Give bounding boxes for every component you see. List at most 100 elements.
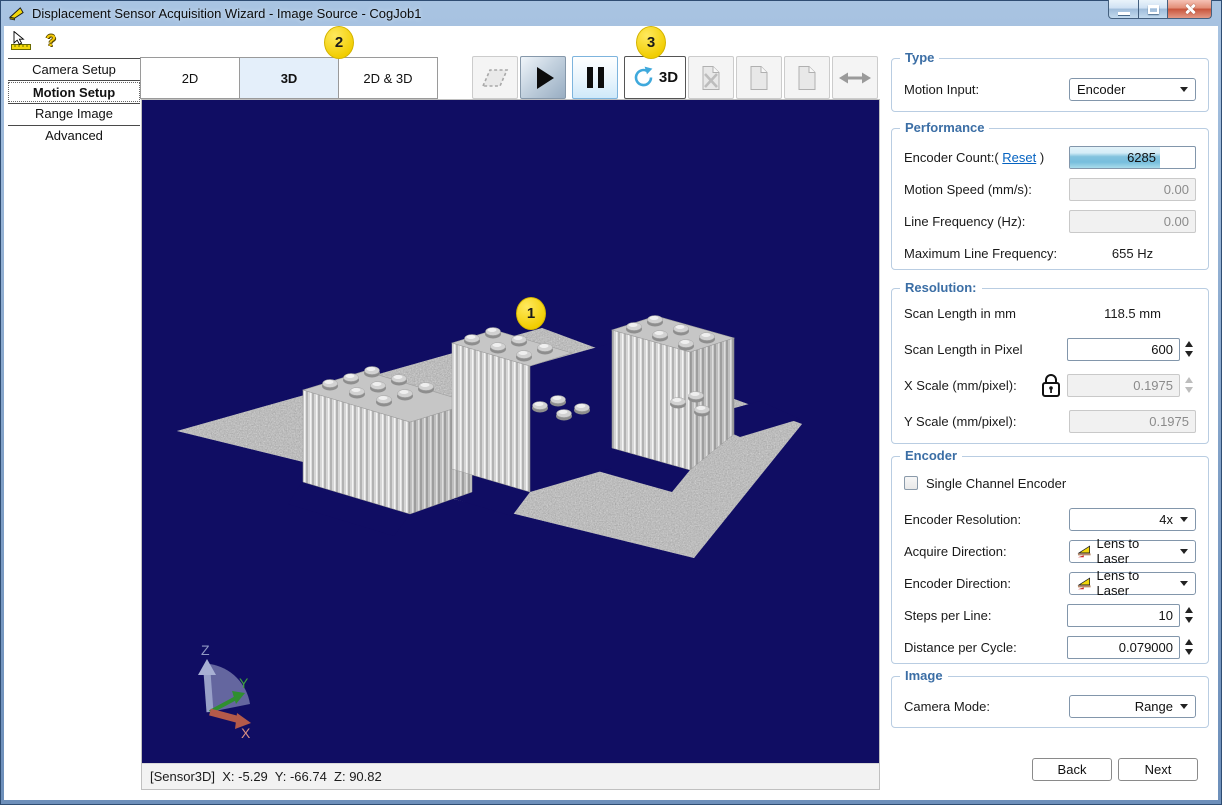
annotation-marker-2: 2 bbox=[324, 26, 354, 59]
sensor-direction-icon bbox=[1077, 544, 1093, 558]
fit-width-button[interactable] bbox=[832, 56, 878, 99]
group-type-title: Type bbox=[900, 50, 939, 65]
group-encoder-title: Encoder bbox=[900, 448, 962, 463]
page-x-icon bbox=[700, 65, 722, 91]
3d-viewport[interactable]: Z Y X bbox=[142, 100, 879, 763]
group-performance-title: Performance bbox=[900, 120, 989, 135]
spin-up-button[interactable] bbox=[1185, 607, 1193, 613]
client-area: ? Camera Setup Motion Setup Range Image … bbox=[4, 26, 1218, 800]
max-line-frequency-value: 655 Hz bbox=[1069, 246, 1196, 261]
page-icon bbox=[748, 65, 770, 91]
axis-z-label: Z bbox=[201, 642, 210, 658]
chevron-down-icon bbox=[1180, 581, 1188, 586]
right-wall bbox=[612, 316, 734, 471]
group-performance: Performance Encoder Count:( Reset ) 6285… bbox=[891, 128, 1209, 270]
scan-length-pixel-spinner bbox=[1182, 341, 1196, 357]
encoder-direction-label: Encoder Direction: bbox=[904, 576, 1011, 591]
sidebar-item-motion-setup[interactable]: Motion Setup bbox=[8, 82, 140, 102]
close-button[interactable] bbox=[1167, 0, 1212, 19]
measure-tool-button[interactable] bbox=[10, 31, 32, 51]
region-select-button[interactable] bbox=[472, 56, 518, 99]
help-button[interactable]: ? bbox=[40, 31, 62, 51]
max-line-frequency-label: Maximum Line Frequency: bbox=[904, 246, 1057, 261]
scan-length-mm-label: Scan Length in mm bbox=[904, 306, 1016, 321]
tab-2d[interactable]: 2D bbox=[140, 57, 240, 99]
camera-mode-label: Camera Mode: bbox=[904, 699, 990, 714]
close-icon bbox=[1183, 3, 1197, 15]
encoder-count-value: 6285 bbox=[1070, 150, 1160, 165]
axis-x-label: X bbox=[241, 725, 251, 741]
camera-mode-dropdown[interactable]: Range bbox=[1069, 695, 1196, 718]
acquire-direction-value: Lens to Laser bbox=[1097, 536, 1173, 566]
titlebar: Displacement Sensor Acquisition Wizard -… bbox=[0, 0, 1222, 26]
dashed-region-icon bbox=[480, 66, 510, 90]
scan-length-pixel-label: Scan Length in Pixel bbox=[904, 342, 1023, 357]
annotation-marker-3: 3 bbox=[636, 26, 666, 59]
pause-button[interactable] bbox=[572, 56, 618, 99]
scan-length-pixel-field[interactable]: 600 bbox=[1067, 338, 1180, 361]
viewport-status-bar: [Sensor3D] X: -5.29 Y: -66.74 Z: 90.82 bbox=[142, 763, 879, 789]
next-button[interactable]: Next bbox=[1118, 758, 1198, 781]
sidebar-divider bbox=[8, 80, 140, 81]
single-channel-encoder-label: Single Channel Encoder bbox=[926, 476, 1066, 491]
camera-mode-value: Range bbox=[1077, 699, 1173, 714]
measure-cursor-icon bbox=[11, 31, 32, 51]
spin-down-button[interactable] bbox=[1185, 351, 1193, 357]
group-type: Type Motion Input: Encoder bbox=[891, 58, 1209, 112]
chevron-down-icon bbox=[1180, 87, 1188, 92]
sidebar-item-range-image[interactable]: Range Image bbox=[8, 104, 140, 124]
play-button[interactable] bbox=[520, 56, 566, 99]
discard-image-button[interactable] bbox=[688, 56, 734, 99]
annotation-marker-1: 1 bbox=[516, 297, 546, 330]
acquire-direction-dropdown[interactable]: Lens to Laser bbox=[1069, 540, 1196, 563]
encoder-direction-dropdown[interactable]: Lens to Laser bbox=[1069, 572, 1196, 595]
next-image-button[interactable] bbox=[784, 56, 830, 99]
encoder-direction-value: Lens to Laser bbox=[1097, 568, 1173, 598]
prev-image-button[interactable] bbox=[736, 56, 782, 99]
encoder-count-label: Encoder Count:( Reset ) bbox=[904, 150, 1044, 165]
view-panel: Z Y X [Sensor3D] X: -5.29 Y: -66.74 Z: 9… bbox=[141, 99, 880, 790]
refresh-3d-icon bbox=[632, 66, 655, 89]
chevron-down-icon bbox=[1180, 704, 1188, 709]
spin-down-button[interactable] bbox=[1185, 617, 1193, 623]
reset-link[interactable]: Reset bbox=[1002, 150, 1036, 165]
single-channel-encoder-checkbox[interactable] bbox=[904, 476, 918, 490]
y-scale-label: Y Scale (mm/pixel): bbox=[904, 414, 1016, 429]
app-icon bbox=[8, 6, 26, 21]
x-scale-field: 0.1975 bbox=[1067, 374, 1180, 397]
distance-per-cycle-spinner bbox=[1182, 639, 1196, 655]
spin-up-button[interactable] bbox=[1185, 639, 1193, 645]
motion-input-dropdown[interactable]: Encoder bbox=[1069, 78, 1196, 101]
group-resolution-title: Resolution: bbox=[900, 280, 982, 295]
group-resolution: Resolution: Scan Length in mm 118.5 mm S… bbox=[891, 288, 1209, 444]
distance-per-cycle-field[interactable]: 0.079000 bbox=[1067, 636, 1180, 659]
x-scale-spinner bbox=[1182, 377, 1196, 393]
encoder-resolution-dropdown[interactable]: 4x bbox=[1069, 508, 1196, 531]
scan-length-mm-value: 118.5 mm bbox=[1069, 306, 1196, 321]
steps-per-line-spinner bbox=[1182, 607, 1196, 623]
lock-icon[interactable] bbox=[1041, 372, 1061, 398]
maximize-icon bbox=[1148, 5, 1159, 14]
3d-scene: Z Y X bbox=[142, 100, 879, 763]
encoder-count-field[interactable]: 6285 bbox=[1069, 146, 1196, 169]
maximize-button[interactable] bbox=[1138, 0, 1168, 19]
sidebar-item-camera-setup[interactable]: Camera Setup bbox=[8, 60, 140, 80]
spin-up-button[interactable] bbox=[1185, 341, 1193, 347]
minimize-button[interactable] bbox=[1108, 0, 1139, 19]
axis-triad: Z Y X bbox=[198, 642, 251, 741]
view-mode-tabs: 2D 3D 2D & 3D bbox=[140, 57, 438, 99]
encoder-resolution-label: Encoder Resolution: bbox=[904, 512, 1021, 527]
double-arrow-icon bbox=[839, 70, 871, 86]
minimize-icon bbox=[1118, 12, 1130, 15]
refresh-3d-button[interactable]: 3D bbox=[624, 56, 686, 99]
sidebar-item-advanced[interactable]: Advanced bbox=[8, 126, 140, 146]
play-icon bbox=[537, 67, 554, 89]
sidebar-divider bbox=[8, 58, 140, 59]
group-image-title: Image bbox=[900, 668, 948, 683]
spin-down-button[interactable] bbox=[1185, 649, 1193, 655]
tab-2d-and-3d[interactable]: 2D & 3D bbox=[338, 57, 438, 99]
encoder-resolution-value: 4x bbox=[1077, 512, 1173, 527]
steps-per-line-field[interactable]: 10 bbox=[1067, 604, 1180, 627]
back-button[interactable]: Back bbox=[1032, 758, 1112, 781]
tab-3d[interactable]: 3D bbox=[239, 57, 339, 99]
